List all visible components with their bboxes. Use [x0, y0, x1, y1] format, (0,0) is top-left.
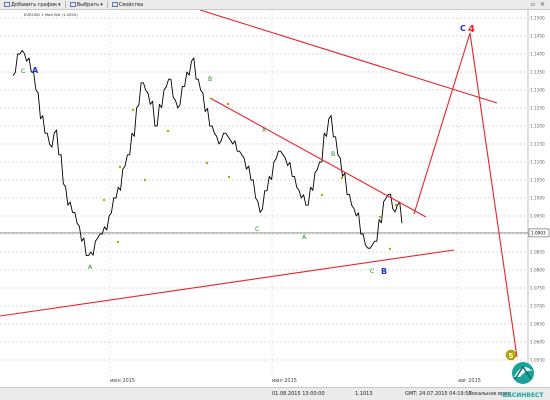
chart-icon: [4, 2, 10, 7]
status-datetime: 01.08.2015 13:00:00: [272, 391, 325, 397]
wave-label: B: [331, 151, 335, 158]
sub-wave-marker: [227, 175, 231, 179]
price-tick-label: 1.1000: [530, 196, 545, 201]
price-tick-label: 1.1150: [530, 142, 545, 147]
price-tick-label: 1.1450: [530, 34, 545, 39]
price-tick-label: 1.1350: [530, 70, 545, 75]
vasinvest-logo: ВАСИНВЕСТ: [500, 359, 546, 399]
restore-window-icon[interactable]: ▫: [531, 1, 535, 8]
close-window-icon[interactable]: ✕: [540, 1, 545, 8]
time-label: авг 2015: [458, 378, 481, 384]
price-tick-label: 1.1250: [530, 106, 545, 111]
status-price: 1.1013: [355, 391, 373, 397]
time-label: июл 2015: [272, 378, 297, 384]
chart-area[interactable]: 1.1500 1.1450 1.1400 1.1350 1.1300 1.1250 1.12…: [0, 10, 550, 376]
price-tick-label: 1.0800: [530, 268, 545, 273]
sub-wave-marker: [388, 247, 392, 251]
sub-wave-marker: [205, 161, 209, 165]
logo-text: ВАСИНВЕСТ: [502, 392, 544, 399]
chevron-down-icon: ▾: [58, 1, 61, 8]
price-tick-label: 1.0750: [530, 286, 545, 291]
price-tick-label: 1.1100: [530, 160, 545, 165]
price-tick-label: 1.1500: [530, 16, 545, 21]
window-controls: ▫ ✕: [531, 1, 545, 8]
time-label: июн 2015: [110, 378, 136, 384]
price-tick-label: 1.0850: [530, 250, 545, 255]
choose-icon: [69, 2, 76, 7]
chevron-down-icon: ▾: [100, 1, 103, 8]
price-tick-label: 1.0650: [530, 322, 545, 327]
wave-label: A: [302, 234, 307, 241]
choose-button[interactable]: Выбрать ▾: [69, 1, 103, 8]
trend-line: [209, 97, 427, 218]
chart-title: EURUSD 1 Мин Bid (1.0050): [24, 12, 78, 17]
toolbar-divider: [106, 1, 108, 8]
price-tick-label: 1.1050: [530, 178, 545, 183]
wave-label: C: [21, 68, 25, 75]
wave-label: B: [381, 267, 387, 276]
trend-line: [469, 32, 518, 358]
toolbar: Добавить график ▾ Выбрать ▾ Свойства ▫ ✕: [0, 0, 550, 10]
properties-label: Свойства: [118, 1, 144, 8]
wave-label: X: [262, 127, 266, 134]
trend-line: [413, 32, 471, 215]
sub-wave-marker: [131, 108, 135, 112]
status-bar: 01.08.2015 13:00:00 1.1013 GMT: 24.07.20…: [0, 387, 550, 400]
sub-wave-marker: [378, 215, 382, 219]
properties-button[interactable]: Свойства: [111, 1, 144, 8]
sub-wave-marker: [102, 198, 106, 202]
choose-label: Выбрать: [76, 1, 100, 8]
add-chart-label: Добавить график: [11, 1, 58, 8]
sub-wave-marker: [118, 165, 122, 169]
sub-wave-marker: [394, 203, 398, 207]
wave-label: B: [208, 76, 212, 83]
sub-wave-marker: [320, 193, 324, 197]
sub-wave-marker: [166, 129, 170, 133]
price-tick-label: 1.1400: [530, 52, 545, 57]
time-axis: июн 2015 июл 2015 авг 2015: [0, 376, 550, 387]
price-tick-label: 1.1200: [530, 124, 545, 129]
add-chart-button[interactable]: Добавить график ▾: [4, 2, 61, 8]
sub-wave-marker: [340, 176, 344, 180]
sub-wave-marker: [143, 178, 147, 182]
price-chart[interactable]: 1.1500 1.1450 1.1400 1.1350 1.1300 1.1250 1.12…: [0, 10, 550, 376]
price-tick-label: 1.0600: [530, 340, 545, 345]
wave-label: C: [460, 24, 466, 33]
current-price-label: 1.0903: [531, 231, 546, 236]
wave-label: C: [370, 268, 374, 275]
toolbar-divider: [64, 1, 66, 8]
status-gmt: GMT: 24.07.2015 04:19:56: [405, 391, 472, 397]
wave-label: C: [255, 226, 259, 233]
price-tick-label: 1.0950: [530, 214, 545, 219]
wave-label: A: [32, 66, 39, 75]
wave-label: 4: [468, 24, 475, 35]
sub-wave-marker: [226, 102, 230, 106]
price-tick-label: 1.1300: [530, 88, 545, 93]
sub-wave-marker: [116, 240, 120, 244]
price-tick-label: 1.0700: [530, 304, 545, 309]
gear-icon: [111, 2, 118, 7]
sub-wave-marker: [210, 97, 214, 101]
